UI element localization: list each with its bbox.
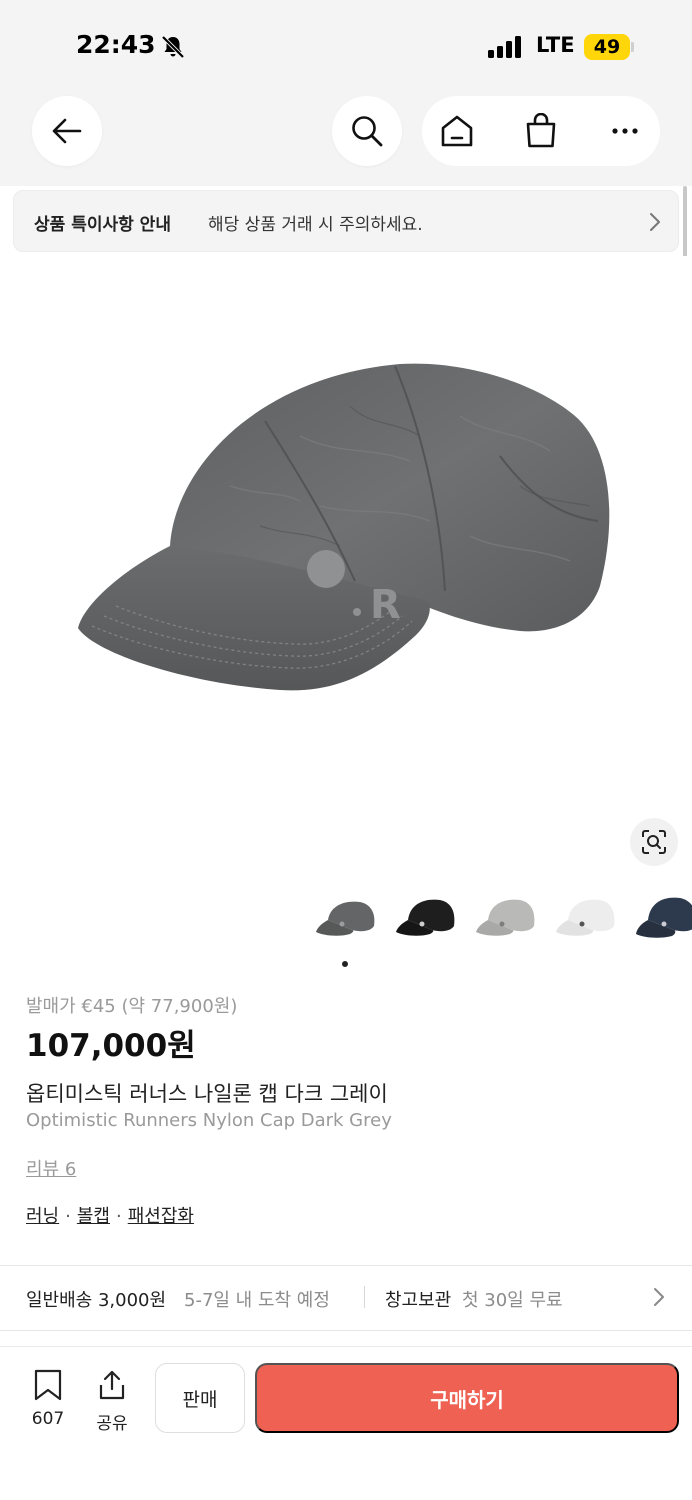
bottom-action-bar: 607 공유 판매 구매하기 xyxy=(0,1346,692,1500)
color-thumbnails xyxy=(314,890,692,946)
back-arrow-icon xyxy=(52,118,82,144)
network-type: LTE xyxy=(536,33,575,57)
chevron-right-icon xyxy=(650,213,660,231)
review-link[interactable]: 리뷰 6 xyxy=(26,1155,76,1181)
more-icon[interactable] xyxy=(607,113,643,149)
thumbnail-dark-grey[interactable] xyxy=(314,890,378,946)
bookmark-icon xyxy=(34,1369,62,1401)
shopping-bag-icon[interactable] xyxy=(523,113,559,149)
back-button[interactable] xyxy=(32,96,102,166)
storage-offer: 첫 30일 무료 xyxy=(462,1290,563,1311)
tag-ballcap[interactable]: 볼캡 xyxy=(77,1206,110,1227)
product-image[interactable]: R xyxy=(0,256,692,886)
buy-button[interactable]: 구매하기 xyxy=(255,1363,679,1433)
thumbnail-navy[interactable] xyxy=(634,890,692,946)
bell-off-icon xyxy=(161,35,185,59)
lens-search-icon xyxy=(642,830,666,854)
thumbnail-light-grey[interactable] xyxy=(474,890,538,946)
notice-text: 해당 상품 거래 시 주의하세요. xyxy=(208,215,423,235)
search-icon xyxy=(352,116,383,147)
shipping-separator xyxy=(364,1286,365,1308)
storage-label: 창고보관 xyxy=(385,1290,452,1311)
sell-button[interactable]: 판매 xyxy=(155,1363,245,1433)
tag-running[interactable]: 러닝 xyxy=(26,1206,59,1227)
home-icon[interactable] xyxy=(439,113,475,149)
image-search-button[interactable] xyxy=(630,818,678,866)
carousel-indicator xyxy=(342,961,348,967)
status-time: 22:43 xyxy=(76,30,156,59)
signal-icon xyxy=(488,36,524,58)
notice-title: 상품 특이사항 안내 xyxy=(34,215,171,235)
tag-fashion-goods[interactable]: 패션잡화 xyxy=(128,1206,194,1227)
top-navigation xyxy=(0,96,692,186)
bookmark-button[interactable]: 607 xyxy=(20,1369,76,1433)
search-button[interactable] xyxy=(332,96,402,166)
shipping-eta: 5-7일 내 도착 예정 xyxy=(184,1290,330,1311)
product-name-english: Optimistic Runners Nylon Cap Dark Grey xyxy=(26,1110,392,1131)
bookmark-count: 607 xyxy=(31,1409,65,1429)
release-price: 발매가 €45 (약 77,900원) xyxy=(26,996,238,1017)
product-notice-banner[interactable]: 상품 특이사항 안내 해당 상품 거래 시 주의하세요. xyxy=(13,190,679,252)
cap-illustration: R xyxy=(78,363,610,691)
share-icon xyxy=(99,1370,125,1400)
tag-separator: · xyxy=(65,1206,71,1227)
tag-separator: · xyxy=(115,1206,122,1227)
chevron-right-icon xyxy=(654,1288,664,1306)
current-price: 107,000원 xyxy=(26,1028,196,1064)
shipping-fee: 일반배송 3,000원 xyxy=(26,1290,167,1311)
category-tags: 러닝 · 볼캡 · 패션잡화 xyxy=(26,1202,194,1228)
cap-logo-letter: R xyxy=(370,582,401,628)
status-bar: 22:43 LTE 49 xyxy=(0,0,692,96)
share-button[interactable]: 공유 xyxy=(88,1369,136,1434)
product-name-korean: 옵티미스틱 러너스 나일론 캡 다크 그레이 xyxy=(26,1082,388,1106)
shipping-info[interactable]: 일반배송 3,000원 5-7일 내 도착 예정 창고보관 첫 30일 무료 xyxy=(0,1266,692,1330)
thumbnail-white[interactable] xyxy=(554,890,618,946)
thumbnail-black[interactable] xyxy=(394,890,458,946)
battery-indicator: 49 xyxy=(584,34,630,60)
divider xyxy=(0,1330,692,1331)
battery-tip xyxy=(631,42,634,52)
nav-action-group xyxy=(422,96,660,166)
share-label: 공유 xyxy=(96,1414,128,1434)
